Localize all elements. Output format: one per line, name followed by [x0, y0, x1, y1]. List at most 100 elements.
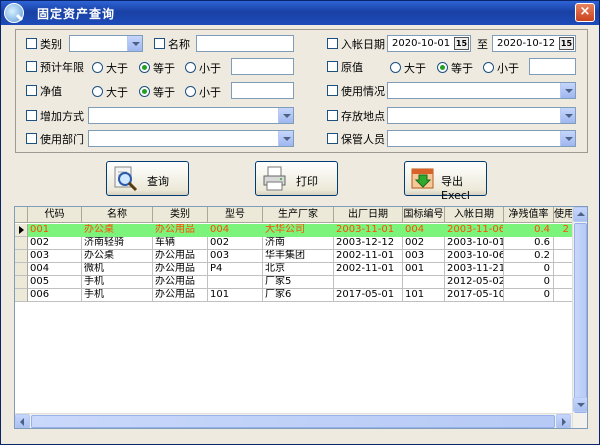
row-indicator[interactable] [15, 276, 28, 289]
column-header[interactable]: 生产厂家 [263, 207, 334, 223]
name-input[interactable] [196, 35, 294, 52]
row-indicator[interactable] [15, 250, 28, 263]
life-gt-radio[interactable] [92, 62, 103, 73]
column-header[interactable]: 出厂日期 [334, 207, 403, 223]
table-row[interactable]: 006 手机 办公用品 101 厂家6 2017-05-01 101 2017-05-10 0 [15, 289, 573, 302]
table-row[interactable]: 002 济南轻骑 车辆 002 济南 2003-12-12 002 2003-10-01 0.6 [15, 237, 573, 250]
table-cell[interactable]: 001 [403, 263, 445, 276]
table-cell[interactable]: 办公用品 [153, 289, 208, 302]
table-cell[interactable]: 0 [504, 289, 554, 302]
keeper-select[interactable] [387, 130, 576, 147]
scroll-down-icon[interactable] [573, 397, 587, 412]
chevron-down-icon[interactable] [560, 108, 575, 123]
column-header[interactable]: 代码 [28, 207, 82, 223]
life-eq-radio[interactable] [139, 62, 150, 73]
table-cell[interactable]: 手机 [82, 276, 153, 289]
table-cell[interactable]: P4 [208, 263, 263, 276]
table-cell[interactable]: 002 [403, 237, 445, 250]
table-cell[interactable]: 济南 [263, 237, 334, 250]
net-lt-radio[interactable] [185, 86, 196, 97]
entry-date-from-input[interactable]: 2020-10-01 15 [387, 35, 471, 52]
table-cell[interactable]: 2003-11-01 [334, 224, 403, 237]
table-cell[interactable]: 办公用品 [153, 276, 208, 289]
scroll-left-icon[interactable] [15, 414, 30, 428]
table-cell[interactable]: 0 [504, 263, 554, 276]
table-cell[interactable]: 办公桌 [82, 250, 153, 263]
table-row[interactable]: 001 办公桌 办公用品 004 大华公司 2003-11-01 004 2003-11-06… [15, 224, 573, 237]
query-button[interactable]: 查询 [106, 161, 189, 196]
table-cell[interactable]: 厂家5 [263, 276, 334, 289]
table-cell[interactable]: 005 [28, 276, 82, 289]
table-cell[interactable]: 车辆 [153, 237, 208, 250]
table-cell[interactable] [554, 263, 573, 276]
table-cell[interactable]: 北京 [263, 263, 334, 276]
original-gt-radio[interactable] [390, 62, 401, 73]
table-cell[interactable]: 大华公司 [263, 224, 334, 237]
chevron-down-icon[interactable] [278, 108, 293, 123]
table-row[interactable]: 005 手机 办公用品 厂家5 2012-05-02 0 [15, 276, 573, 289]
table-cell[interactable]: 华丰集团 [263, 250, 334, 263]
table-cell[interactable]: 济南轻骑 [82, 237, 153, 250]
table-cell[interactable]: 办公用品 [153, 250, 208, 263]
net-checkbox[interactable] [26, 85, 37, 96]
table-cell[interactable]: 001 [28, 224, 82, 237]
table-cell[interactable]: 2017-05-01 [334, 289, 403, 302]
row-indicator[interactable] [15, 263, 28, 276]
table-cell[interactable]: 004 [28, 263, 82, 276]
vertical-scroll-thumb[interactable] [574, 223, 587, 413]
net-eq-radio[interactable] [139, 86, 150, 97]
column-header[interactable]: 型号 [208, 207, 263, 223]
column-header[interactable]: 净残值率 [504, 207, 554, 223]
name-checkbox[interactable] [154, 38, 165, 49]
chevron-down-icon[interactable] [278, 131, 293, 146]
table-cell[interactable]: 办公用品 [153, 224, 208, 237]
table-cell[interactable] [554, 276, 573, 289]
title-bar[interactable]: 固定资产查询 × [1, 1, 599, 25]
table-cell[interactable]: 002 [208, 237, 263, 250]
table-cell[interactable]: 0.2 [504, 250, 554, 263]
export-button[interactable]: 导出Execl [404, 161, 487, 202]
table-cell[interactable]: 0.4 [504, 224, 554, 237]
table-cell[interactable]: 004 [403, 224, 445, 237]
vertical-scrollbar[interactable] [572, 207, 587, 428]
table-cell[interactable]: 003 [403, 250, 445, 263]
column-header[interactable]: 使用 [554, 207, 573, 223]
chevron-down-icon[interactable] [127, 36, 142, 51]
category-checkbox[interactable] [26, 38, 37, 49]
department-checkbox[interactable] [26, 133, 37, 144]
net-gt-radio[interactable] [92, 86, 103, 97]
original-lt-radio[interactable] [483, 62, 494, 73]
column-header[interactable]: 入帐日期 [445, 207, 504, 223]
add-method-select[interactable] [88, 107, 294, 124]
add-method-checkbox[interactable] [26, 110, 37, 121]
original-eq-radio[interactable] [437, 62, 448, 73]
table-cell[interactable]: 004 [208, 224, 263, 237]
table-cell[interactable]: 2003-12-12 [334, 237, 403, 250]
table-cell[interactable]: 101 [403, 289, 445, 302]
chevron-down-icon[interactable] [560, 131, 575, 146]
original-input[interactable] [529, 58, 576, 75]
department-select[interactable] [88, 130, 294, 147]
table-cell[interactable]: 0 [504, 276, 554, 289]
table-cell[interactable]: 0.6 [504, 237, 554, 250]
column-header[interactable]: 国标编号 [403, 207, 445, 223]
horizontal-scroll-thumb[interactable] [31, 415, 555, 428]
asset-grid[interactable]: 代码 名称 类别 型号 生产厂家 出厂日期 国标编号 入帐日期 净残值率 使用 001 办公桌 办公用… [14, 206, 588, 429]
life-input[interactable] [231, 58, 294, 75]
table-cell[interactable] [554, 237, 573, 250]
table-cell[interactable]: 2017-05-10 [445, 289, 504, 302]
table-cell[interactable]: 2003-11-21 [445, 263, 504, 276]
table-cell[interactable] [208, 276, 263, 289]
table-cell[interactable]: 006 [28, 289, 82, 302]
calendar-icon[interactable]: 15 [559, 37, 574, 50]
table-row[interactable]: 004 微机 办公用品 P4 北京 2002-11-01 001 2003-11-21 0 [15, 263, 573, 276]
table-cell[interactable]: 厂家6 [263, 289, 334, 302]
location-select[interactable] [387, 107, 576, 124]
table-cell[interactable]: 003 [28, 250, 82, 263]
usage-select[interactable] [387, 82, 576, 99]
life-lt-radio[interactable] [185, 62, 196, 73]
row-indicator[interactable] [15, 289, 28, 302]
table-cell[interactable]: 办公用品 [153, 263, 208, 276]
original-checkbox[interactable] [327, 61, 338, 72]
calendar-icon[interactable]: 15 [454, 37, 469, 50]
